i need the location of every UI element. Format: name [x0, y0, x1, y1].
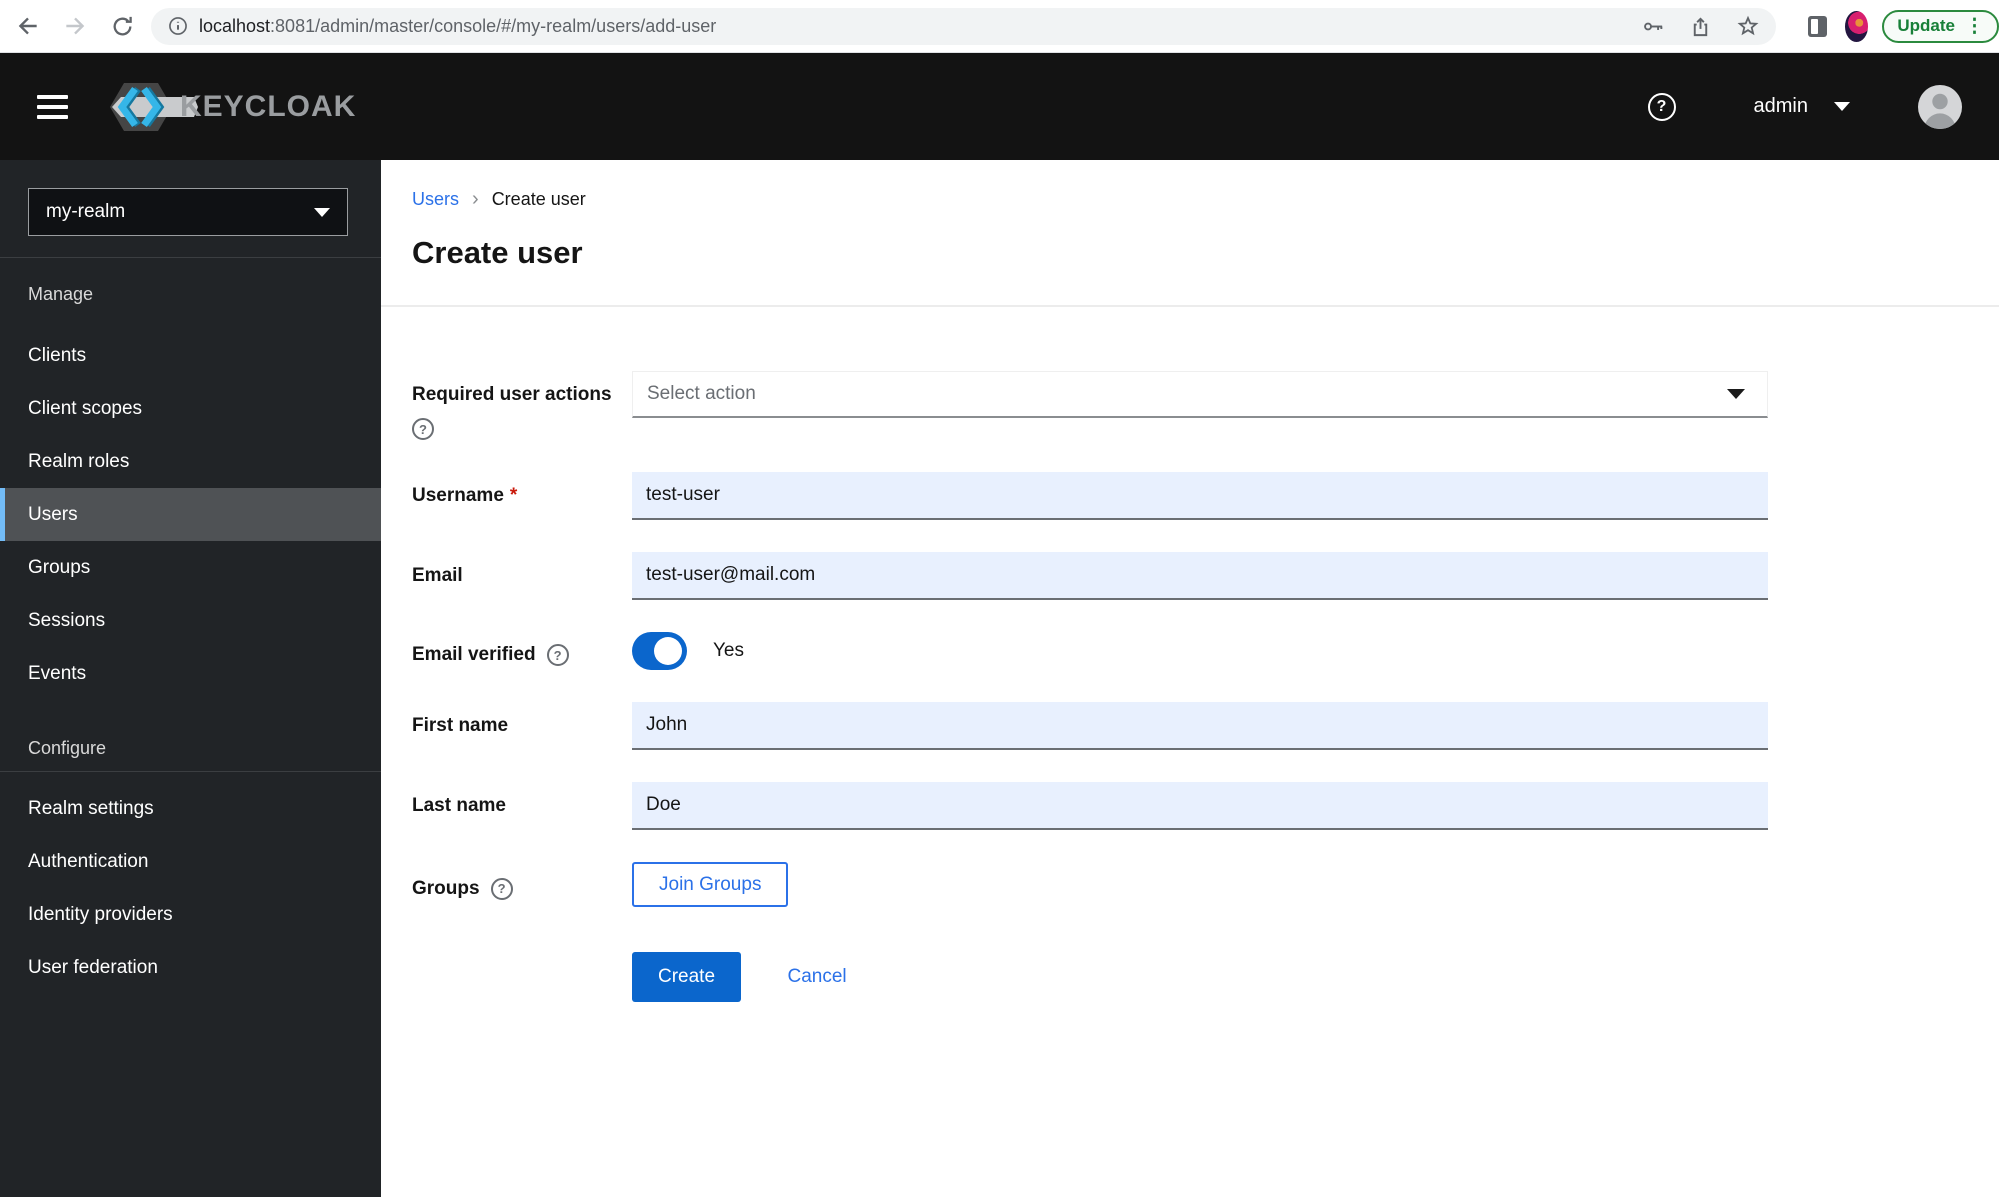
username-row: Username *	[412, 472, 1999, 520]
keycloak-logo: KEYCLOAK	[106, 76, 356, 138]
breadcrumb-users-link[interactable]: Users	[412, 188, 459, 210]
password-key-icon[interactable]	[1642, 15, 1665, 38]
browser-toolbar: localhost:8081/admin/master/console/#/my…	[0, 0, 1999, 53]
masthead: KEYCLOAK ? admin	[0, 53, 1999, 160]
email-verified-row: Email verified ? Yes	[412, 632, 1999, 670]
realm-name: my-realm	[46, 201, 126, 222]
help-icon[interactable]: ?	[490, 877, 513, 900]
username-label-group: Username *	[412, 472, 632, 520]
url-text: localhost:8081/admin/master/console/#/my…	[199, 16, 716, 37]
address-bar[interactable]: localhost:8081/admin/master/console/#/my…	[151, 7, 1776, 45]
user-avatar[interactable]	[1918, 84, 1962, 129]
help-icon[interactable]: ?	[412, 418, 434, 440]
nav-configure-list: Realm settings Authentication Identity p…	[0, 772, 381, 994]
sidebar-item-realm-settings[interactable]: Realm settings	[0, 782, 381, 835]
share-icon[interactable]	[1689, 15, 1712, 38]
last-name-row: Last name	[412, 782, 1999, 830]
side-panel-icon-strip	[1811, 18, 1818, 34]
required-actions-label: Required user actions	[412, 384, 612, 405]
sidebar-item-identity-providers[interactable]: Identity providers	[0, 888, 381, 941]
sidebar-item-events[interactable]: Events	[0, 647, 381, 700]
realm-selector[interactable]: my-realm	[28, 188, 348, 236]
email-label: Email	[412, 565, 463, 586]
url-host: localhost	[199, 15, 271, 36]
email-verified-label-group: Email verified ?	[412, 632, 632, 670]
first-name-field[interactable]	[632, 702, 1768, 750]
last-name-label-group: Last name	[412, 782, 632, 830]
last-name-field[interactable]	[632, 782, 1768, 830]
chevron-down-icon	[1727, 389, 1745, 399]
email-verified-state: Yes	[713, 640, 744, 661]
browser-forward-icon[interactable]	[62, 13, 88, 39]
chevron-down-icon	[1834, 102, 1850, 111]
username: admin	[1753, 95, 1808, 117]
groups-label: Groups	[412, 877, 480, 899]
email-field[interactable]	[632, 552, 1768, 600]
help-icon[interactable]: ?	[546, 644, 569, 666]
help-icon[interactable]: ?	[1647, 92, 1676, 121]
sidebar-item-groups[interactable]: Groups	[0, 541, 381, 594]
browser-back-icon[interactable]	[15, 13, 41, 39]
title-divider	[381, 305, 1999, 307]
chrome-update-button[interactable]: Update ⋮	[1882, 9, 1999, 43]
browser-profile-avatar[interactable]	[1845, 10, 1869, 42]
select-placeholder: Select action	[647, 383, 756, 404]
sidebar-item-users[interactable]: Users	[0, 488, 381, 541]
form-actions-row: Create Cancel	[412, 952, 1999, 1002]
nav-manage-list: Clients Client scopes Realm roles Users …	[0, 315, 381, 700]
first-name-label: First name	[412, 715, 509, 736]
create-user-form: Required user actions ? Select action Us…	[412, 371, 1999, 1002]
browser-menu-icon[interactable]: ⋮	[1965, 15, 1984, 38]
user-menu[interactable]: admin	[1754, 95, 1850, 118]
person-icon	[1924, 93, 1956, 129]
nav-toggle-button[interactable]	[37, 94, 68, 119]
main-content: Users › Create user Create user Required…	[381, 160, 1999, 1197]
first-name-row: First name	[412, 702, 1999, 750]
sidebar: my-realm Manage Clients Client scopes Re…	[0, 160, 381, 1197]
email-verified-toggle[interactable]	[632, 632, 687, 670]
nav-section-configure: Configure	[28, 738, 107, 758]
update-label: Update	[1897, 16, 1955, 35]
last-name-label: Last name	[412, 795, 506, 816]
screen: localhost:8081/admin/master/console/#/my…	[0, 0, 1999, 1197]
sidebar-item-clients[interactable]: Clients	[0, 329, 381, 382]
browser-reload-icon[interactable]	[110, 14, 135, 39]
email-row: Email	[412, 552, 1999, 600]
breadcrumb: Users › Create user	[412, 188, 1999, 210]
sidebar-item-client-scopes[interactable]: Client scopes	[0, 382, 381, 435]
join-groups-button[interactable]: Join Groups	[632, 862, 789, 907]
side-panel-icon[interactable]	[1808, 15, 1828, 37]
toggle-knob	[654, 637, 682, 665]
breadcrumb-current: Create user	[491, 189, 586, 209]
page-title: Create user	[412, 235, 583, 270]
actions-spacer	[412, 952, 632, 1002]
username-field[interactable]	[632, 472, 1768, 520]
sidebar-item-user-federation[interactable]: User federation	[0, 941, 381, 994]
groups-row: Groups ? Join Groups	[412, 862, 1999, 907]
email-label-group: Email	[412, 552, 632, 600]
bookmark-star-icon[interactable]	[1736, 14, 1760, 38]
site-info-icon[interactable]	[167, 15, 189, 37]
groups-label-group: Groups ?	[412, 862, 632, 907]
sidebar-item-realm-roles[interactable]: Realm roles	[0, 435, 381, 488]
breadcrumb-separator-icon: ›	[472, 188, 479, 210]
create-button[interactable]: Create	[632, 952, 742, 1002]
required-actions-label-group: Required user actions ?	[412, 371, 632, 440]
email-verified-label: Email verified	[412, 644, 536, 665]
first-name-label-group: First name	[412, 702, 632, 750]
nav-section-manage: Manage	[28, 284, 94, 304]
url-path: :8081/admin/master/console/#/my-realm/us…	[270, 15, 717, 36]
required-asterisk: *	[509, 485, 518, 506]
sidebar-item-authentication[interactable]: Authentication	[0, 835, 381, 888]
required-actions-select[interactable]: Select action	[632, 371, 1768, 418]
username-label: Username	[412, 485, 504, 506]
brand-name: KEYCLOAK	[180, 89, 357, 123]
sidebar-item-sessions[interactable]: Sessions	[0, 594, 381, 647]
cancel-button[interactable]: Cancel	[787, 966, 846, 988]
required-actions-row: Required user actions ? Select action	[412, 371, 1999, 440]
chevron-down-icon	[314, 207, 330, 217]
